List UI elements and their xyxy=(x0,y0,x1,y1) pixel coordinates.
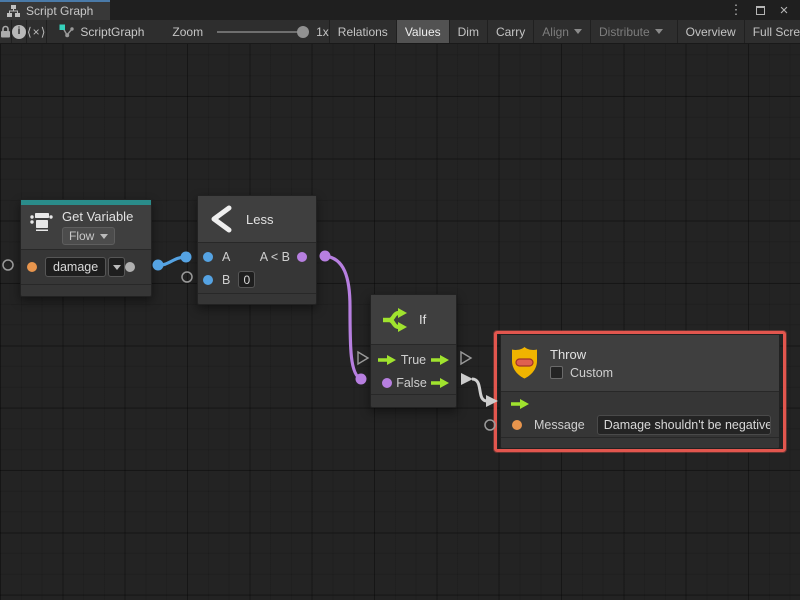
script-graph-asset-icon xyxy=(59,24,74,39)
throw-header: Throw Custom xyxy=(501,335,779,392)
flow-input-port[interactable] xyxy=(511,398,529,410)
title-bar: Script Graph ⋮ × xyxy=(0,0,800,20)
node-throw[interactable]: Throw Custom Message Damage shou xyxy=(500,334,780,449)
wire-damage-to-a xyxy=(158,257,186,265)
code-view-button[interactable]: ⟨×⟩ xyxy=(27,20,47,43)
zoom-slider[interactable] xyxy=(217,31,303,33)
chevron-down-icon xyxy=(574,29,582,34)
graph-hierarchy-icon xyxy=(7,5,20,17)
maximize-icon[interactable] xyxy=(752,2,768,18)
input-b-value-field[interactable]: 0 xyxy=(238,271,255,288)
result-output-port[interactable] xyxy=(297,252,307,262)
false-label: False xyxy=(392,376,431,390)
graph-asset-name: ScriptGraph xyxy=(80,25,144,39)
menu-icon[interactable]: ⋮ xyxy=(728,2,744,18)
message-input-port[interactable] xyxy=(512,420,522,430)
variable-icon xyxy=(29,209,54,233)
info-button[interactable]: i xyxy=(12,20,27,43)
less-header: Less xyxy=(198,196,316,243)
node-footer xyxy=(21,284,151,296)
less-than-icon xyxy=(208,205,234,233)
if-header: If xyxy=(371,295,456,345)
variable-kind-dropdown[interactable]: Flow xyxy=(62,227,115,245)
lock-icon xyxy=(0,25,11,38)
lock-button[interactable] xyxy=(0,20,12,43)
get-variable-body: damage xyxy=(21,250,151,284)
zoom-value: 1x xyxy=(316,25,329,39)
value-output-port[interactable] xyxy=(125,262,135,272)
zoom-slider-handle[interactable] xyxy=(297,26,309,38)
variable-name-dropdown-caret[interactable] xyxy=(108,257,125,277)
tab-script-graph[interactable]: Script Graph xyxy=(0,0,110,20)
chevron-down-icon xyxy=(655,29,663,34)
window-controls: ⋮ × xyxy=(728,0,800,20)
branch-icon xyxy=(380,306,410,334)
less-body: A A < B B 0 xyxy=(198,243,316,293)
input-b-label: B xyxy=(222,273,230,287)
chevron-down-icon xyxy=(113,265,121,270)
throw-message-row: Message Damage shouldn't be negative! xyxy=(501,412,779,437)
tab-title: Script Graph xyxy=(26,4,93,18)
align-label: Align xyxy=(542,25,569,39)
condition-input-port[interactable] xyxy=(382,378,392,388)
node-title: Throw xyxy=(550,347,613,362)
unconnected-port-ring xyxy=(182,272,192,282)
distribute-label: Distribute xyxy=(599,25,650,39)
values-button[interactable]: Values xyxy=(396,20,449,43)
node-title: If xyxy=(419,312,426,327)
fullscreen-button[interactable]: Full Screen xyxy=(744,20,800,43)
carry-button[interactable]: Carry xyxy=(487,20,533,43)
node-footer xyxy=(198,293,316,304)
info-icon: i xyxy=(12,25,26,39)
variable-name-dropdown[interactable]: damage xyxy=(45,257,106,277)
true-output-port[interactable] xyxy=(431,354,449,366)
dim-button[interactable]: Dim xyxy=(449,20,487,43)
node-less[interactable]: Less A A < B B 0 xyxy=(197,195,317,305)
node-if[interactable]: If True False xyxy=(370,294,457,408)
selection-highlight: Throw Custom Message Damage shou xyxy=(494,331,786,452)
get-variable-header: Get Variable Flow xyxy=(21,205,151,250)
throw-flow-row xyxy=(501,392,779,412)
input-b-port[interactable] xyxy=(203,275,213,285)
align-dropdown[interactable]: Align xyxy=(533,20,590,43)
graph-canvas[interactable]: Get Variable Flow damage xyxy=(0,44,800,600)
true-label: True xyxy=(396,353,431,367)
close-icon[interactable]: × xyxy=(776,2,792,18)
custom-label: Custom xyxy=(570,366,613,380)
variable-name-port[interactable] xyxy=(27,262,37,272)
node-title: Less xyxy=(246,212,273,227)
script-graph-window: Script Graph ⋮ × i ⟨×⟩ xyxy=(0,0,800,600)
wire-less-to-if xyxy=(325,256,361,379)
shield-icon xyxy=(509,345,540,381)
unconnected-flow-triangle xyxy=(461,352,471,364)
overview-button[interactable]: Overview xyxy=(677,20,744,43)
distribute-dropdown[interactable]: Distribute xyxy=(590,20,671,43)
output-label: A < B xyxy=(260,250,290,264)
input-a-label: A xyxy=(222,250,230,264)
graph-toolbar: i ⟨×⟩ ScriptGraph Zoom 1x Rela xyxy=(0,20,800,44)
connected-flow-triangle xyxy=(461,373,473,385)
message-input[interactable]: Damage shouldn't be negative! xyxy=(597,415,771,435)
message-label: Message xyxy=(534,418,585,432)
wire-if-to-throw xyxy=(472,379,487,401)
unconnected-flow-triangle xyxy=(358,352,368,364)
node-title: Get Variable xyxy=(62,209,133,224)
input-a-port[interactable] xyxy=(203,252,213,262)
false-output-port[interactable] xyxy=(431,377,449,389)
zoom-label: Zoom xyxy=(172,25,203,39)
variable-kind-label: Flow xyxy=(69,229,94,243)
code-icon: ⟨×⟩ xyxy=(27,25,46,39)
node-get-variable[interactable]: Get Variable Flow damage xyxy=(20,199,152,297)
node-footer xyxy=(501,437,779,450)
node-footer xyxy=(371,394,456,407)
zoom-control: Zoom 1x xyxy=(172,20,328,43)
chevron-down-icon xyxy=(100,234,108,239)
custom-checkbox[interactable] xyxy=(550,366,563,379)
flow-input-port[interactable] xyxy=(378,354,396,366)
relations-button[interactable]: Relations xyxy=(329,20,396,43)
unconnected-port-ring xyxy=(3,260,13,270)
graph-asset-label: ScriptGraph xyxy=(51,20,152,43)
if-body: True False xyxy=(371,345,456,394)
